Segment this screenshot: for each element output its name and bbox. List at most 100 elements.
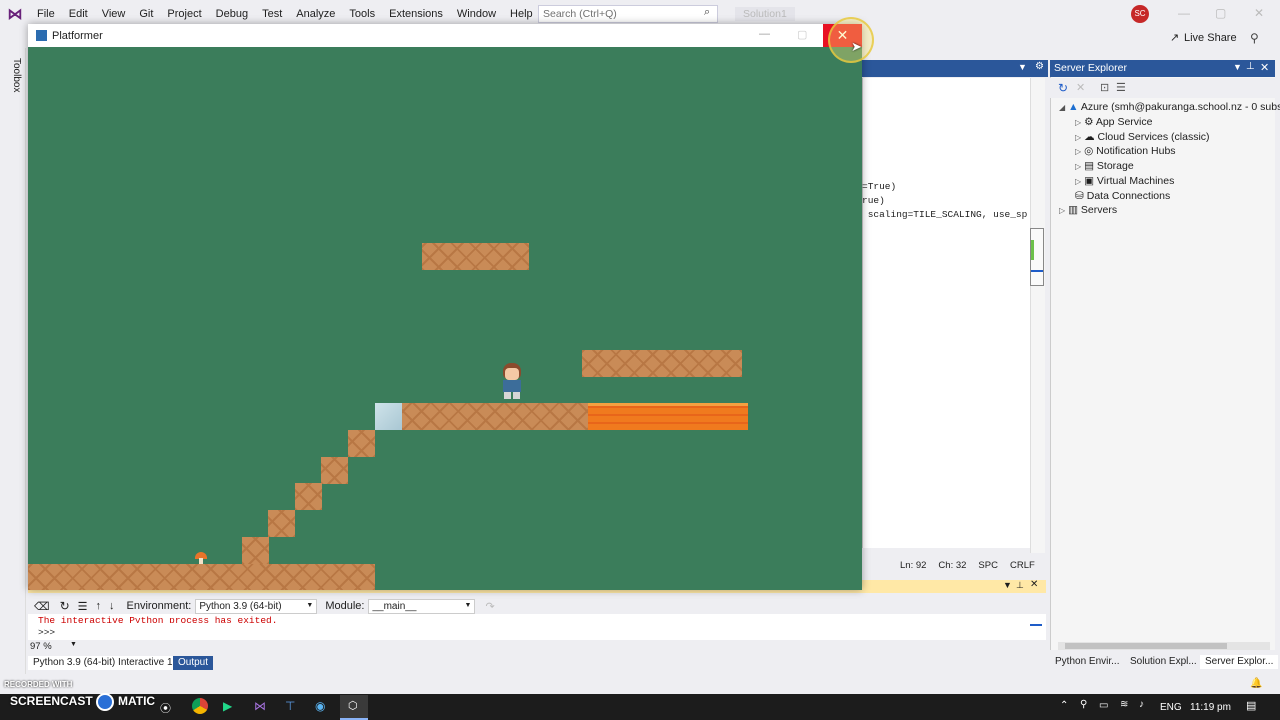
crate-block (295, 483, 322, 510)
tree-item-notification-hubs[interactable]: ▷ ◎ Notification Hubs (1075, 145, 1176, 157)
tab-server-explorer[interactable]: Server Explor... (1200, 655, 1279, 669)
language-indicator[interactable]: ENG (1160, 702, 1182, 713)
tray-up-icon[interactable]: ⌃ (1060, 700, 1068, 711)
clock[interactable]: 11:19 pm (1190, 702, 1231, 713)
recorder-icon[interactable]: ◉ (315, 699, 325, 713)
stop-icon[interactable]: ✕ (1076, 81, 1085, 94)
lava-hazard (588, 403, 748, 430)
tab-output[interactable]: Output (173, 656, 214, 670)
editor-status-bar: Ln: 92 Ch: 32 SPC CRLF (862, 558, 1048, 573)
toolbox-tab[interactable]: Toolbox (4, 58, 22, 108)
tree-item-cloud-services[interactable]: ▷ ☁ Cloud Services (classic) (1075, 131, 1210, 143)
collapsed-arrow-icon[interactable]: ▷ (1059, 206, 1065, 215)
battery-icon[interactable]: ▭ (1099, 700, 1108, 711)
code-editor[interactable] (862, 78, 1030, 548)
maximize-icon[interactable]: ▢ (797, 28, 807, 41)
feedback-icon[interactable]: ⚲ (1250, 31, 1259, 45)
collapsed-arrow-icon[interactable]: ▷ (1075, 133, 1081, 142)
history-up-icon[interactable]: ↑ (96, 600, 102, 612)
notification-bell-icon[interactable]: 🔔 (1250, 678, 1262, 689)
python-window-icon (36, 30, 47, 41)
close-icon[interactable]: ✕ (1254, 6, 1264, 20)
tree-item-azure[interactable]: ◢ ▲ Azure (smh@pakuranga.school.nz - 0 s… (1059, 101, 1280, 113)
chevron-down-icon: ▼ (306, 601, 314, 609)
zoom-level[interactable]: 97 % (30, 641, 52, 652)
tree-item-storage[interactable]: ▷ ▤ Storage (1075, 160, 1134, 172)
pin-icon[interactable]: ⊥ (1246, 61, 1255, 72)
reset-icon[interactable]: ↻ (60, 599, 70, 613)
code-line: rue) (862, 195, 885, 206)
environment-select[interactable]: Python 3.9 (64-bit) ▼ (195, 598, 318, 614)
history-down-icon[interactable]: ↓ (109, 600, 115, 612)
caret-marker (1030, 624, 1042, 626)
close-icon[interactable]: ✕ (1030, 579, 1038, 590)
refresh-icon[interactable]: ↻ (1058, 81, 1068, 95)
wifi-icon[interactable]: ≋ (1120, 699, 1128, 710)
search-input[interactable]: Search (Ctrl+Q) (538, 5, 718, 23)
line-endings[interactable]: CRLF (1010, 560, 1035, 571)
tree-label: Notification Hubs (1096, 145, 1176, 157)
output-line: The interactive Python process has exite… (38, 615, 278, 623)
volume-icon[interactable]: ♪ (1139, 699, 1144, 710)
collapsed-arrow-icon[interactable]: ▷ (1075, 177, 1081, 186)
server-icon: ▥ (1068, 204, 1078, 216)
tree-label: Storage (1096, 160, 1134, 172)
tree-label: Azure (smh@pakuranga.school.nz - 0 subs (1080, 101, 1280, 113)
live-share-button[interactable]: Live Share (1184, 32, 1237, 44)
tree-item-data-connections[interactable]: ⛁ Data Connections (1075, 190, 1170, 202)
connect-icon[interactable]: ⊡ (1100, 81, 1109, 94)
redo-icon[interactable]: ↷ (485, 600, 494, 613)
tree-item-servers[interactable]: ▷ ▥ Servers (1059, 204, 1117, 216)
tab-python-environments[interactable]: Python Envir... (1050, 655, 1124, 669)
pycharm-icon[interactable]: ▶ (223, 699, 232, 713)
indent-mode[interactable]: SPC (978, 560, 998, 571)
game-canvas[interactable] (28, 47, 862, 590)
interactive-output[interactable]: The interactive Python process has exite… (28, 614, 1046, 640)
collapsed-arrow-icon[interactable]: ▷ (1075, 118, 1081, 127)
interrupt-icon[interactable]: ☰ (78, 600, 88, 613)
clear-icon[interactable]: ⌫ (34, 600, 50, 613)
watermark-brand2: MATIC (118, 694, 156, 708)
collapsed-arrow-icon[interactable]: ▷ (1075, 147, 1081, 156)
repl-prompt[interactable]: >>> (38, 627, 55, 638)
chrome-icon[interactable] (192, 698, 208, 714)
search-icon: ⌕ (704, 6, 711, 18)
terminal-icon[interactable]: ⊤ (285, 699, 295, 713)
tree-item-virtual-machines[interactable]: ▷ ▣ Virtual Machines (1075, 175, 1174, 187)
collapsed-arrow-icon[interactable]: ▷ (1075, 162, 1081, 171)
close-icon[interactable]: ✕ (1260, 61, 1269, 74)
editor-scrollbar[interactable] (1030, 78, 1045, 553)
tab-solution-explorer[interactable]: Solution Expl... (1125, 655, 1202, 669)
maximize-icon[interactable]: ▢ (1215, 6, 1226, 20)
visual-studio-logo-icon[interactable]: ⋈ (0, 0, 30, 28)
watermark-brand: SCREENCAST (10, 694, 93, 708)
chevron-down-icon: ▼ (464, 601, 472, 609)
visual-studio-icon[interactable]: ⋈ (254, 699, 266, 713)
platformer-title-bar[interactable]: Platformer (28, 24, 862, 47)
python-app-icon[interactable]: ⬡ (340, 695, 368, 720)
avatar[interactable]: SC (1131, 5, 1149, 23)
gear-icon[interactable]: ⚙ (1035, 61, 1044, 72)
crate-platform (422, 243, 529, 270)
expanded-arrow-icon[interactable]: ◢ (1059, 103, 1065, 112)
minimize-icon[interactable]: — (759, 28, 770, 40)
tab-interactive[interactable]: Python 3.9 (64-bit) Interactive 1 (28, 656, 178, 670)
microphone-icon[interactable]: ⚲ (1080, 699, 1087, 710)
dropdown-icon[interactable]: ▼ (1018, 62, 1027, 72)
action-center-icon[interactable]: ▤ (1246, 699, 1256, 712)
properties-icon[interactable]: ☰ (1116, 81, 1126, 94)
tree-label: Virtual Machines (1096, 175, 1175, 187)
chevron-down-icon[interactable]: ▼ (70, 641, 77, 648)
platformer-window[interactable]: Platformer — ▢ ✕ (28, 24, 862, 590)
scrollbar-thumb[interactable] (1065, 643, 1227, 649)
azure-icon: ▲ (1068, 101, 1079, 113)
task-view-icon[interactable]: ⦿ (160, 700, 171, 716)
pin-icon[interactable]: ⊥ (1016, 580, 1024, 591)
minimize-icon[interactable]: — (1178, 6, 1190, 20)
solution-title: Solution1 (735, 7, 795, 21)
dropdown-icon[interactable]: ▼ (1003, 580, 1012, 590)
code-line: scaling=TILE_SCALING, use_sp (862, 209, 1028, 220)
dropdown-icon[interactable]: ▼ (1233, 62, 1242, 72)
module-select[interactable]: __main__ ▼ (368, 598, 476, 614)
tree-item-app-service[interactable]: ▷ ⚙ App Service (1075, 116, 1152, 128)
